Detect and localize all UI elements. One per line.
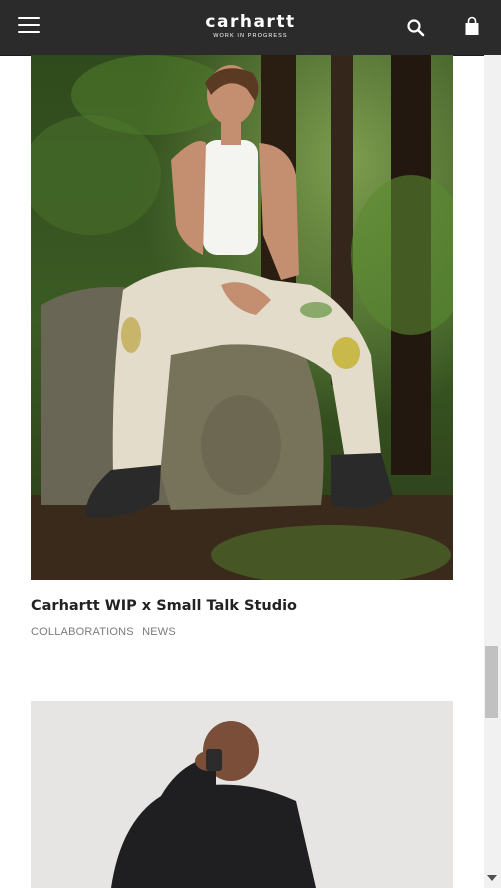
tag-news[interactable]: NEWS	[142, 626, 176, 638]
tag-collaborations[interactable]: COLLABORATIONS	[31, 626, 134, 638]
search-icon[interactable]	[405, 17, 427, 39]
top-navigation-bar: carhartt WORK IN PROGRESS	[0, 0, 501, 55]
shopping-bag-icon[interactable]	[462, 16, 482, 38]
article-hero-image[interactable]	[31, 55, 453, 580]
scrollbar-thumb[interactable]	[485, 646, 498, 718]
article-hero-image[interactable]	[31, 701, 453, 888]
article-tags: COLLABORATIONS NEWS	[31, 626, 453, 638]
scrollbar[interactable]	[484, 55, 501, 888]
article-card	[31, 701, 453, 888]
article-title[interactable]: Carhartt WIP x Small Talk Studio	[31, 597, 453, 615]
article-card: Carhartt WIP x Small Talk Studio COLLABO…	[31, 55, 453, 638]
scroll-down-arrow-icon[interactable]	[487, 875, 497, 881]
